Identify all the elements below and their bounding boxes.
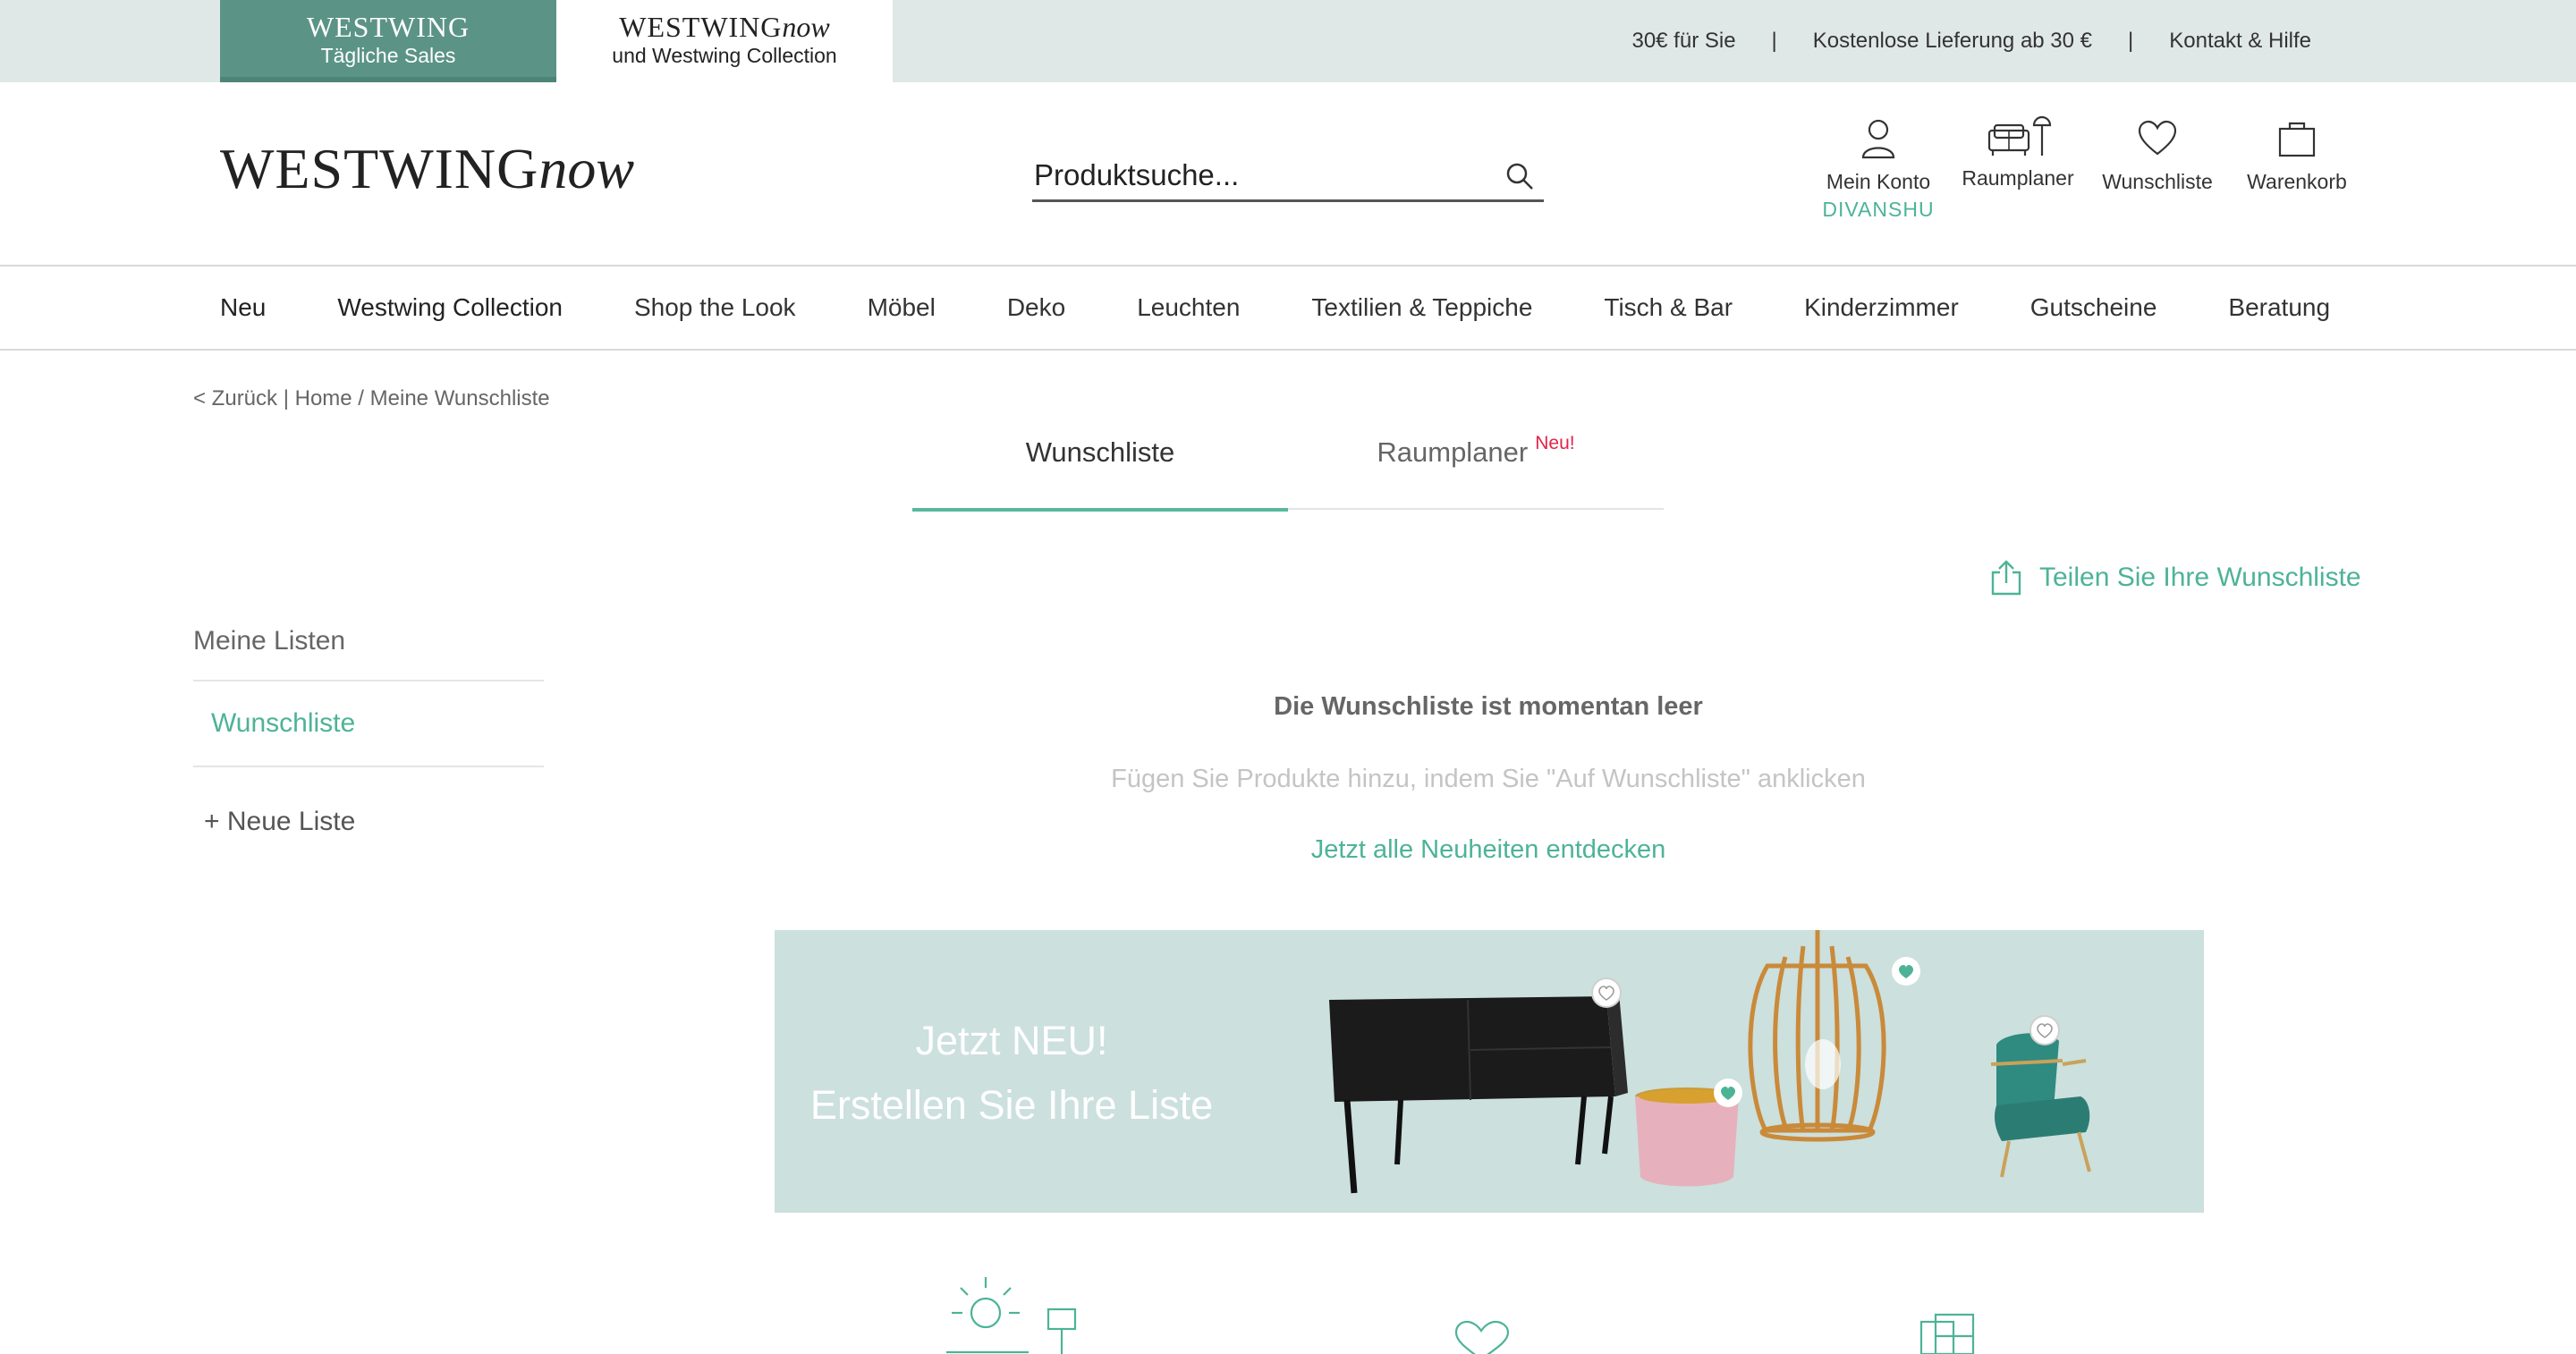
discover-new-link[interactable]: Jetzt alle Neuheiten entdecken [952, 835, 2025, 865]
room-planner-icon [1987, 115, 2052, 156]
main-navigation: Neu Westwing Collection Shop the Look Mö… [0, 267, 2576, 351]
header: WESTWINGnow Mein Konto DIVANSHU [0, 82, 2576, 267]
sidebar-heading: Meine Listen [193, 626, 544, 681]
account-label: Mein Konto [1826, 170, 1931, 193]
new-badge: Neu! [1535, 433, 1575, 453]
logo[interactable]: WESTWINGnow [220, 136, 634, 202]
now-brand: WESTWINGnow [619, 11, 830, 43]
nav-item-tisch-bar[interactable]: Tisch & Bar [1604, 293, 1733, 322]
nav-item-moebel[interactable]: Möbel [868, 293, 936, 322]
user-icon [1861, 119, 1895, 159]
voucher-link[interactable]: 30€ für Sie [1631, 29, 1735, 54]
nav-item-gutscheine[interactable]: Gutscheine [2030, 293, 2157, 322]
account-username: DIVANSHU [1822, 198, 1935, 221]
breadcrumb-home[interactable]: Home [295, 386, 352, 410]
account-button[interactable]: Mein Konto DIVANSHU [1807, 118, 1950, 222]
cart-label: Warenkorb [2247, 170, 2347, 193]
top-bar: WESTWING Tägliche Sales WESTWINGnow und … [0, 0, 2576, 82]
nav-item-kinderzimmer[interactable]: Kinderzimmer [1804, 293, 1959, 322]
sideboard-image [1329, 977, 1628, 1194]
tab-westwing-now[interactable]: WESTWINGnow und Westwing Collection [556, 0, 893, 82]
separator: | [1771, 29, 1777, 53]
heart-outline-icon [1454, 1320, 1510, 1354]
contact-help-link[interactable]: Kontakt & Hilfe [2169, 29, 2311, 54]
wishlist-label: Wunschliste [2102, 170, 2213, 193]
tab-room-planner[interactable]: Raumplaner Neu! [1288, 433, 1664, 510]
new-list-button[interactable]: + Neue Liste [193, 767, 544, 837]
search-input[interactable] [1032, 152, 1479, 199]
gift-boxes-icon [1919, 1313, 1975, 1354]
breadcrumb-separator: | [277, 386, 295, 410]
heart-icon [2138, 120, 2177, 156]
wishlist-tabs: Wunschliste Raumplaner Neu! [912, 420, 1664, 512]
bottom-icons-illustration [946, 1277, 1975, 1354]
breadcrumb-separator: / [352, 386, 370, 410]
sales-brand: WESTWING [306, 11, 470, 43]
search-icon[interactable] [1504, 161, 1535, 191]
bag-icon [2278, 122, 2316, 157]
pink-pot-image [1635, 1079, 1742, 1187]
nav-item-shop-the-look[interactable]: Shop the Look [634, 293, 796, 322]
empty-state: Die Wunschliste ist momentan leer Fügen … [952, 692, 2025, 865]
free-delivery-link[interactable]: Kostenlose Lieferung ab 30 € [1813, 29, 2092, 54]
nav-item-leuchten[interactable]: Leuchten [1137, 293, 1240, 322]
now-label: und Westwing Collection [612, 44, 837, 67]
empty-hint: Fügen Sie Produkte hinzu, indem Sie "Auf… [1111, 765, 1866, 793]
top-links: 30€ für Sie | Kostenlose Lieferung ab 30… [1631, 0, 2311, 82]
room-planner-button[interactable]: Raumplaner [1946, 115, 2089, 190]
share-icon [1991, 560, 2021, 596]
empty-title: Die Wunschliste ist momentan leer [1274, 692, 1703, 721]
tab-wishlist[interactable]: Wunschliste [912, 436, 1288, 512]
sales-label: Tägliche Sales [320, 44, 456, 67]
breadcrumb: < Zurück | Home / Meine Wunschliste [193, 386, 550, 411]
pendant-lamp-image [1748, 930, 1886, 1142]
search-bar [1032, 152, 1544, 202]
nav-item-deko[interactable]: Deko [1007, 293, 1065, 322]
share-wishlist-link[interactable]: Teilen Sie Ihre Wunschliste [1989, 560, 2361, 596]
tab-room-planner-label: Raumplaner [1377, 436, 1529, 468]
nav-item-westwing-collection[interactable]: Westwing Collection [337, 293, 563, 322]
create-list-banner[interactable]: Jetzt NEU! Erstellen Sie Ihre Liste [775, 930, 2204, 1213]
cart-button[interactable]: Warenkorb [2225, 118, 2368, 194]
sidebar-item-wishlist[interactable]: Wunschliste [193, 681, 544, 767]
nav-item-textilien-teppiche[interactable]: Textilien & Teppiche [1311, 293, 1532, 322]
sun-lamp-icon [946, 1277, 1077, 1354]
lists-sidebar: Meine Listen Wunschliste + Neue Liste [193, 626, 544, 837]
room-planner-label: Raumplaner [1962, 166, 2074, 190]
back-link[interactable]: < Zurück [193, 386, 277, 410]
nav-item-beratung[interactable]: Beratung [2228, 293, 2330, 322]
banner-illustration [1329, 930, 2091, 1194]
separator: | [2128, 29, 2134, 53]
tab-daily-sales[interactable]: WESTWING Tägliche Sales [220, 0, 556, 82]
lamp-bulb [1805, 1039, 1841, 1089]
breadcrumb-current: Meine Wunschliste [369, 386, 550, 410]
bottom-feature-icons [0, 1270, 2576, 1354]
nav-item-neu[interactable]: Neu [220, 293, 266, 322]
share-label: Teilen Sie Ihre Wunschliste [2039, 563, 2361, 592]
armchair-image [1990, 1015, 2091, 1178]
wishlist-button[interactable]: Wunschliste [2086, 118, 2229, 194]
